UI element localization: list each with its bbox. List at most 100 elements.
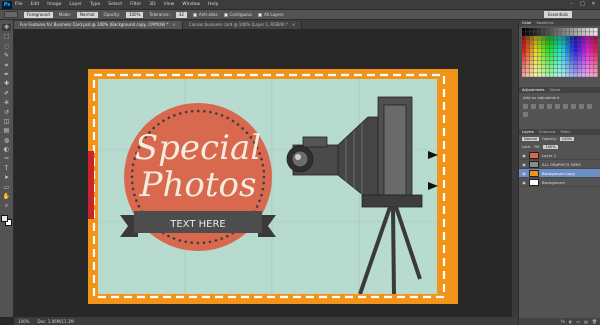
swatch-cell xyxy=(566,48,570,53)
swatch-cell xyxy=(566,40,570,44)
hand-tool-icon[interactable]: ✋ xyxy=(2,193,11,200)
mixer-icon[interactable] xyxy=(523,112,528,117)
foreground-color[interactable] xyxy=(1,214,8,222)
blur-tool-icon[interactable]: ◍ xyxy=(2,137,11,144)
tab-adjustments[interactable]: Adjustments xyxy=(522,88,545,92)
canvas-area[interactable]: Special Photos TEXT HERE xyxy=(14,29,518,317)
history-brush-tool-icon[interactable]: ↺ xyxy=(2,109,11,116)
layer-row[interactable]: ◉ ALL GRAPHICS HERE xyxy=(519,160,600,169)
balance-icon[interactable] xyxy=(571,104,576,109)
menu-3d[interactable]: 3D xyxy=(149,2,155,7)
swatch-cell xyxy=(538,52,542,57)
exposure-icon[interactable] xyxy=(547,104,552,109)
close-icon[interactable]: ✕ xyxy=(172,21,175,29)
menu-filter[interactable]: Filter xyxy=(130,2,141,7)
swatch-cell xyxy=(570,52,574,57)
menu-file[interactable]: File xyxy=(15,2,23,7)
layer-action-icon[interactable]: ▤ xyxy=(584,319,588,324)
swatch-cell xyxy=(554,40,558,44)
zoom-tool-icon[interactable]: ⌕ xyxy=(2,202,11,209)
photo-filter-icon[interactable] xyxy=(587,104,592,109)
clone-stamp-tool-icon[interactable]: ⎈ xyxy=(2,99,11,106)
swatch-cell xyxy=(594,56,598,61)
swatch-cell xyxy=(530,52,534,57)
swatch-cell xyxy=(570,56,574,61)
brush-tool-icon[interactable]: ✐ xyxy=(2,90,11,97)
menu-type[interactable]: Type xyxy=(90,2,100,7)
menu-window[interactable]: Window xyxy=(182,2,200,7)
eyedropper-tool-icon[interactable]: ✒ xyxy=(2,71,11,78)
layer-action-icon[interactable]: ▭ xyxy=(576,319,580,324)
crop-tool-icon[interactable]: ⌗ xyxy=(2,62,11,69)
menu-layer[interactable]: Layer xyxy=(69,2,82,7)
mode-select[interactable]: Normal xyxy=(77,11,98,18)
dodge-tool-icon[interactable]: ◐ xyxy=(2,146,11,153)
swatch-cell xyxy=(526,32,530,36)
spot-heal-tool-icon[interactable]: ✚ xyxy=(2,80,11,87)
contiguous-checkbox[interactable]: Contiguous xyxy=(223,12,252,17)
tab-styles[interactable]: Styles xyxy=(550,88,561,92)
menu-image[interactable]: Image xyxy=(47,2,61,7)
visibility-eye-icon[interactable]: ◉ xyxy=(522,180,526,185)
layer-action-icon[interactable]: fx xyxy=(561,319,565,324)
workspace-select[interactable]: Essentials xyxy=(543,11,572,18)
levels-icon[interactable] xyxy=(531,104,536,109)
all-layers-checkbox[interactable]: All Layers xyxy=(258,12,284,17)
tab-canvas-card[interactable]: Canvas business card @ 100% (Layer 1, RG… xyxy=(182,21,303,29)
menu-select[interactable]: Select xyxy=(108,2,122,7)
close-icon[interactable]: ✕ xyxy=(590,1,597,8)
blend-mode-select[interactable]: Normal xyxy=(522,137,540,141)
tolerance-input[interactable]: 32 xyxy=(175,11,187,18)
hue-icon[interactable] xyxy=(563,104,568,109)
lasso-tool-icon[interactable]: ◌ xyxy=(2,43,11,50)
brightness-icon[interactable] xyxy=(523,104,528,109)
document-canvas[interactable]: Special Photos TEXT HERE xyxy=(88,69,458,304)
swatches-grid[interactable] xyxy=(522,28,598,78)
antialias-checkbox[interactable]: Anti-alias xyxy=(192,12,218,17)
type-tool-icon[interactable]: T xyxy=(2,165,11,172)
layer-action-icon[interactable]: ◐ xyxy=(569,319,573,324)
tab-swatches[interactable]: Swatches xyxy=(536,21,553,25)
move-tool-icon[interactable]: ✥ xyxy=(2,24,11,32)
swatch-cell xyxy=(562,56,566,61)
gradient-tool-icon[interactable]: ▤ xyxy=(2,127,11,134)
tab-business-card[interactable]: Fun Features for Business Card.psd @ 100… xyxy=(14,21,183,29)
visibility-eye-icon[interactable]: ◉ xyxy=(522,153,526,158)
eraser-tool-icon[interactable]: ◫ xyxy=(2,118,11,125)
marquee-tool-icon[interactable]: ⬚ xyxy=(2,33,11,40)
fill-input[interactable]: 100% xyxy=(543,145,558,149)
fill-source-select[interactable]: Foreground xyxy=(24,11,53,18)
menu-edit[interactable]: Edit xyxy=(31,2,40,7)
swatch-cell xyxy=(586,28,590,32)
shape-tool-icon[interactable]: ▭ xyxy=(2,184,11,191)
layer-opacity-input[interactable]: 100% xyxy=(559,137,575,141)
layer-row[interactable]: ◉ Background xyxy=(519,178,600,187)
tool-preset-picker[interactable] xyxy=(4,11,18,18)
vibrance-icon[interactable] xyxy=(555,104,560,109)
visibility-eye-icon[interactable]: ◉ xyxy=(522,171,526,176)
opacity-input[interactable]: 100% xyxy=(125,11,144,18)
maximize-icon[interactable]: □ xyxy=(579,1,586,8)
layer-row[interactable]: ◉ Layer 1 xyxy=(519,151,600,160)
swatch-cell xyxy=(542,28,546,32)
path-select-tool-icon[interactable]: ➤ xyxy=(2,174,11,181)
swatch-cell xyxy=(574,40,578,44)
swatch-cell xyxy=(578,64,582,69)
bw-icon[interactable] xyxy=(579,104,584,109)
menu-view[interactable]: View xyxy=(164,2,175,7)
layer-action-icon[interactable]: 🗑 xyxy=(592,319,597,324)
pen-tool-icon[interactable]: ✑ xyxy=(2,155,11,162)
tab-color[interactable]: Color xyxy=(522,21,531,25)
color-swatches[interactable] xyxy=(1,214,12,226)
tab-channels[interactable]: Channels xyxy=(539,130,556,134)
zoom-level[interactable]: 100% xyxy=(18,319,29,324)
visibility-eye-icon[interactable]: ◉ xyxy=(522,162,526,167)
tab-paths[interactable]: Paths xyxy=(561,130,571,134)
close-icon[interactable]: ✕ xyxy=(292,21,295,29)
menu-help[interactable]: Help xyxy=(208,2,218,7)
layer-row[interactable]: ◉ Background copy xyxy=(519,169,600,178)
tab-layers[interactable]: Layers xyxy=(522,130,534,134)
minimize-icon[interactable]: – xyxy=(568,1,575,8)
curves-icon[interactable] xyxy=(539,104,544,109)
quick-select-tool-icon[interactable]: ✎ xyxy=(2,52,11,59)
